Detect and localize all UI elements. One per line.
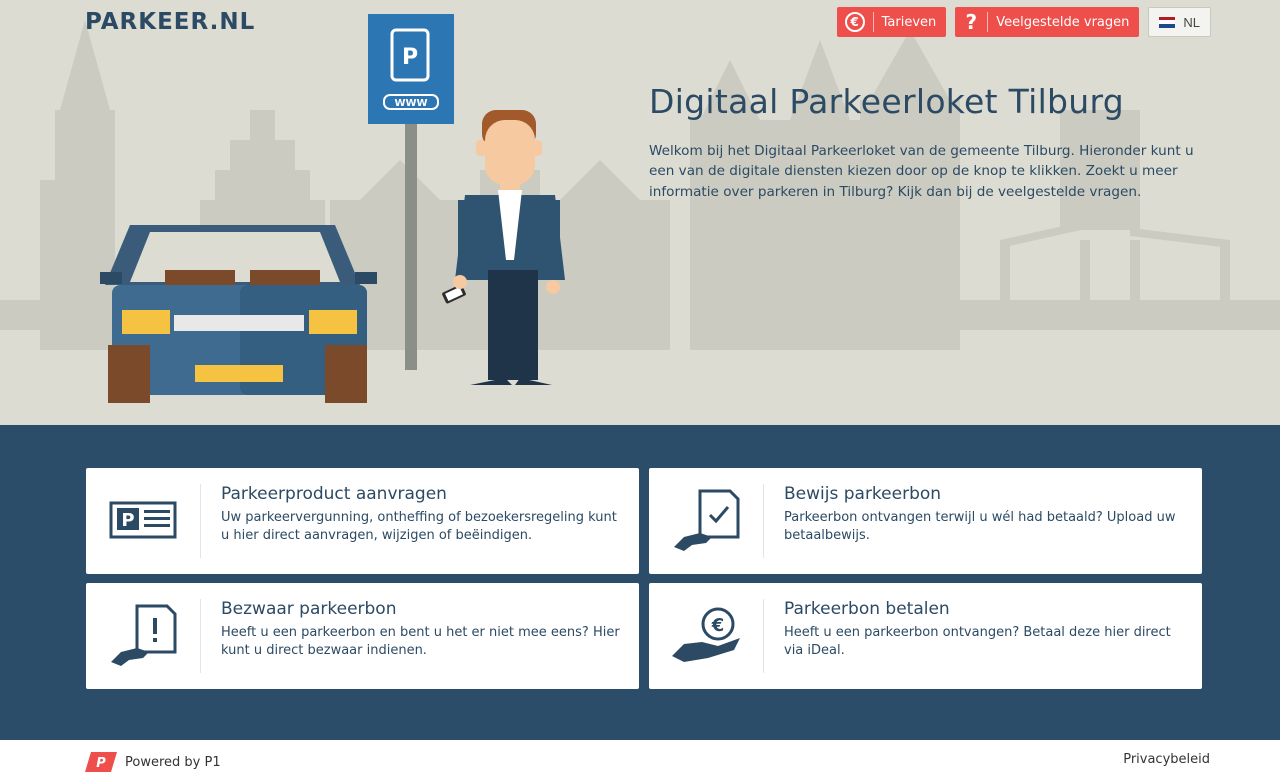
tile-title: Bezwaar parkeerbon (221, 599, 397, 619)
tile-bezwaar-parkeerbon[interactable]: Bezwaar parkeerbon Heeft u een parkeerbo… (86, 583, 639, 689)
language-label: NL (1183, 14, 1200, 30)
hero-section: P WWW PARKEER.NL € Tarieven ? Veelgestel… (0, 0, 1280, 425)
faq-button[interactable]: ? Veelgestelde vragen (955, 7, 1140, 37)
question-icon: ? (963, 12, 989, 32)
sign-label: WWW (394, 98, 427, 109)
document-check-icon (649, 484, 764, 558)
tile-bewijs-parkeerbon[interactable]: Bewijs parkeerbon Parkeerbon ontvangen t… (649, 468, 1202, 574)
tarieven-button[interactable]: € Tarieven (836, 7, 947, 37)
language-selector[interactable]: NL (1148, 7, 1211, 37)
svg-text:P: P (402, 45, 418, 70)
tile-parkeerproduct-aanvragen[interactable]: P Parkeerproduct aanvragen Uw parkeerver… (86, 468, 639, 574)
euro-icon: € (844, 12, 874, 32)
tile-description: Parkeerbon ontvangen terwijl u wél had b… (784, 510, 1176, 543)
powered-by[interactable]: P Powered by P1 (85, 752, 221, 772)
privacy-link[interactable]: Privacybeleid (1123, 752, 1210, 767)
city-illustration: P WWW (0, 14, 1280, 425)
page-title: Digitaal Parkeerloket Tilburg (649, 82, 1125, 121)
netherlands-flag-icon (1159, 16, 1176, 28)
svg-text:€: € (711, 615, 725, 636)
tile-parkeerbon-betalen[interactable]: € Parkeerbon betalen Heeft u een parkeer… (649, 583, 1202, 689)
p1-logo-icon: P (85, 752, 117, 772)
tile-description: Heeft u een parkeerbon ontvangen? Betaal… (784, 625, 1171, 658)
tile-title: Parkeerbon betalen (784, 599, 950, 619)
svg-text:P: P (96, 756, 106, 771)
tile-description: Heeft u een parkeerbon en bent u het er … (221, 625, 620, 658)
powered-by-label: Powered by P1 (125, 754, 221, 770)
tile-title: Bewijs parkeerbon (784, 484, 942, 504)
top-actions: € Tarieven ? Veelgestelde vragen NL (836, 7, 1211, 37)
intro-text: Welkom bij het Digitaal Parkeerloket van… (649, 143, 1194, 200)
services-section: P Parkeerproduct aanvragen Uw parkeerver… (0, 425, 1280, 740)
hand-euro-icon: € (649, 599, 764, 673)
tile-description: Uw parkeervergunning, ontheffing of bezo… (221, 510, 617, 543)
footer: P Powered by P1 Privacybeleid (0, 740, 1280, 780)
tile-title: Parkeerproduct aanvragen (221, 484, 447, 504)
parking-card-icon: P (86, 484, 201, 558)
svg-text:P: P (121, 510, 134, 531)
document-alert-icon (86, 599, 201, 673)
tarieven-label: Tarieven (881, 14, 937, 30)
site-logo[interactable]: PARKEER.NL (85, 9, 255, 35)
faq-label: Veelgestelde vragen (996, 14, 1130, 30)
